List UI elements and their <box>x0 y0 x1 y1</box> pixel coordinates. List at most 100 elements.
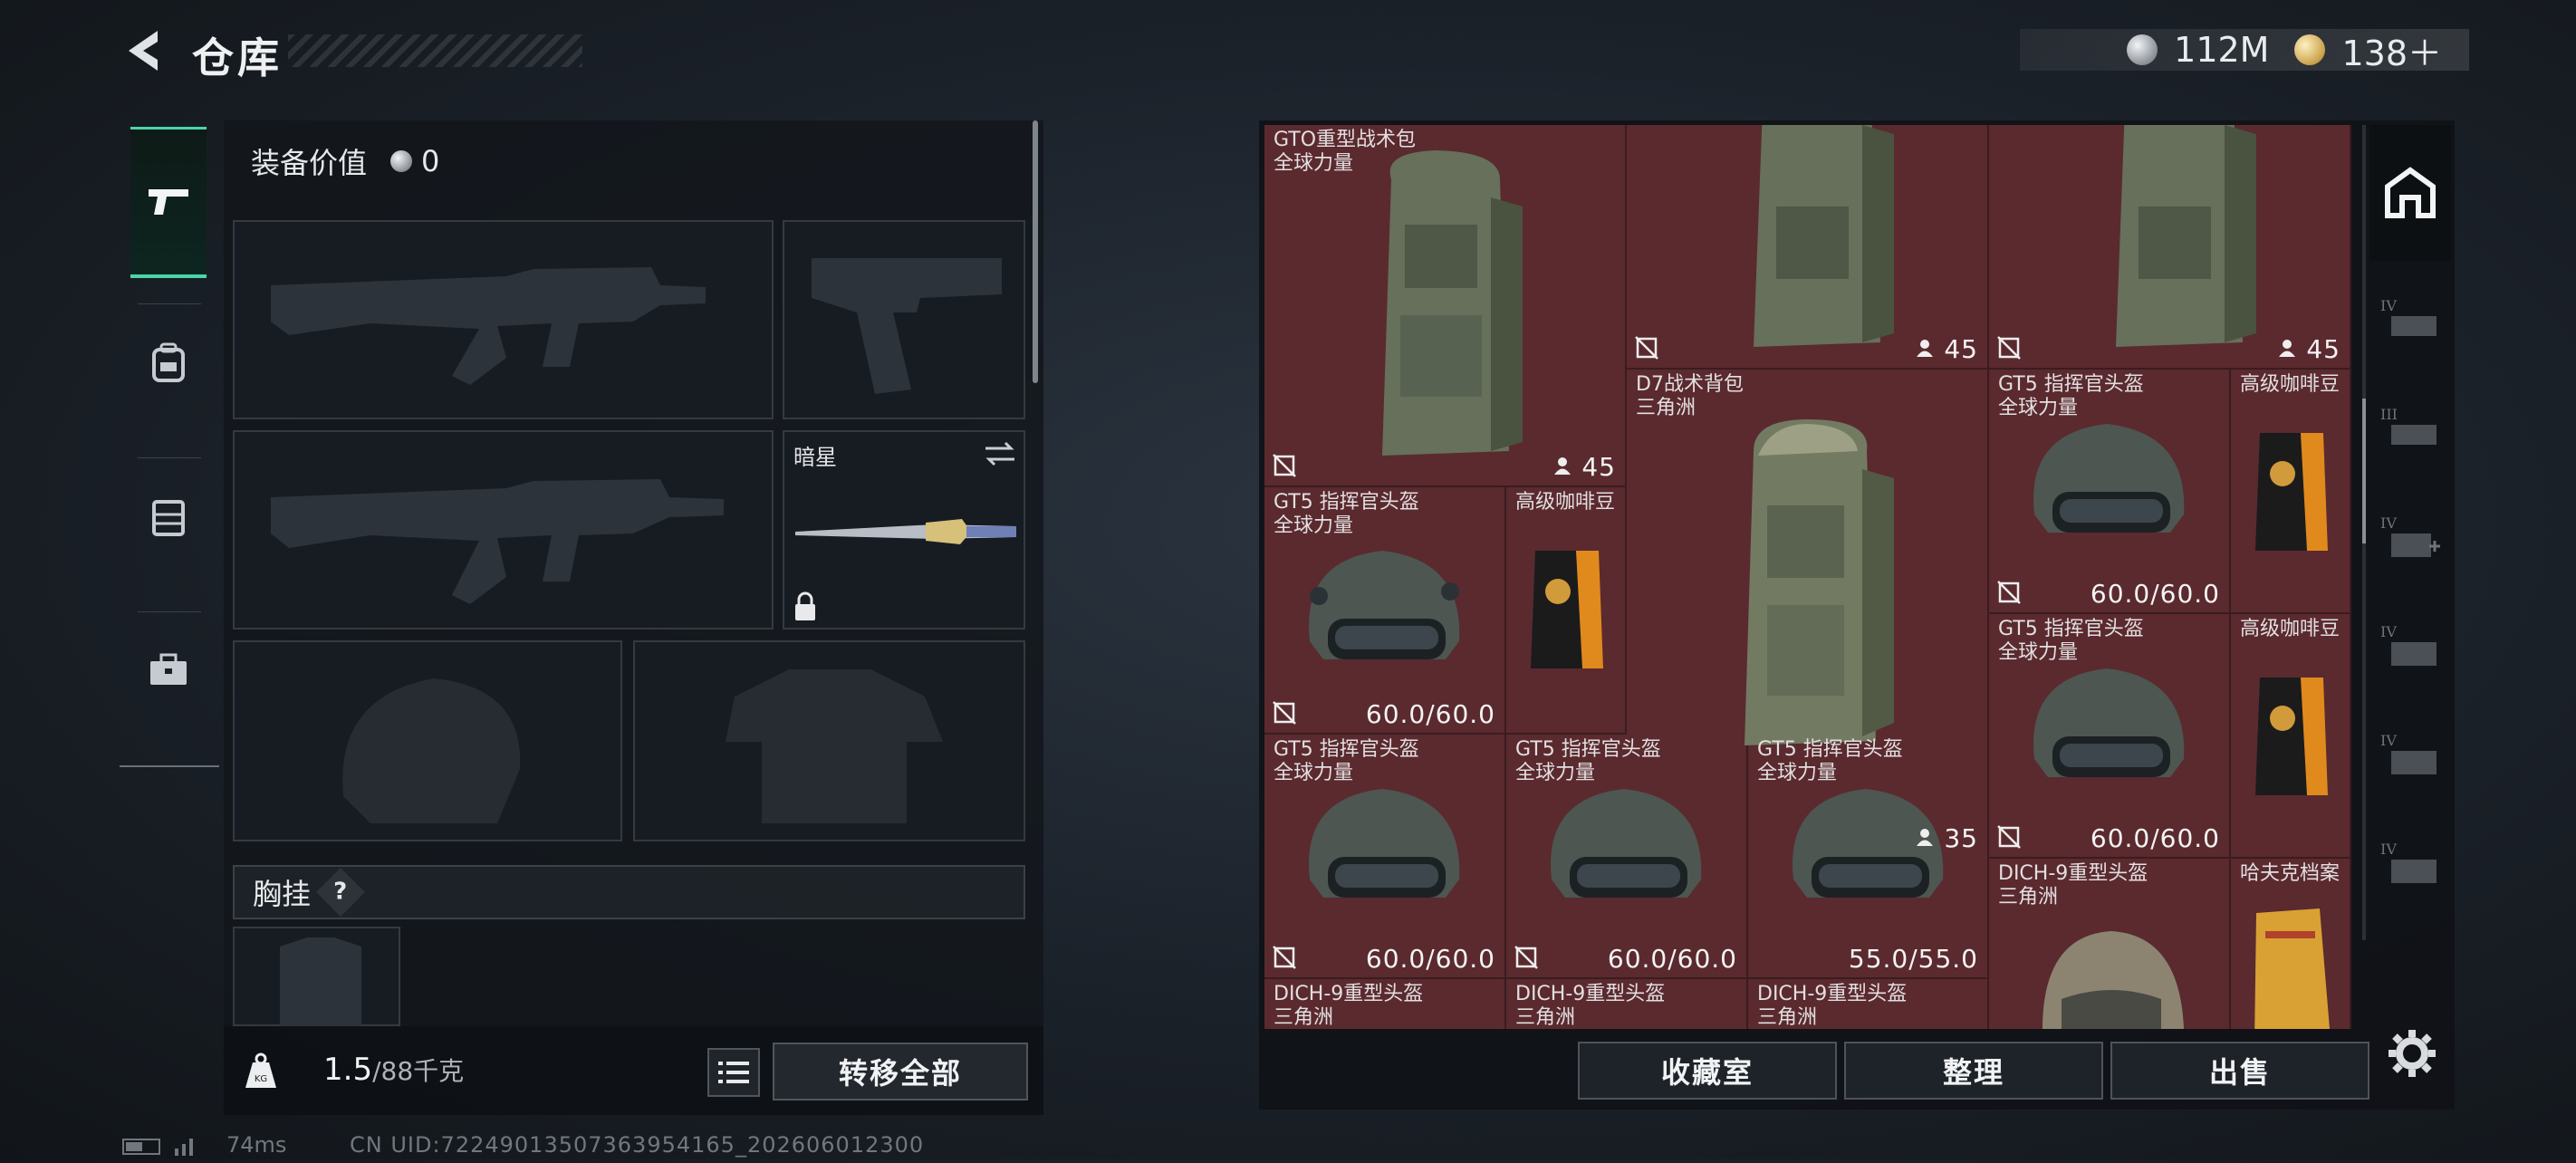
scrollbar[interactable] <box>1033 120 1038 383</box>
helmet-icon <box>1309 551 1460 659</box>
item-name: GT5 指挥官头盔 全球力量 <box>1515 738 1661 784</box>
gold-amount[interactable]: 138＋ <box>2341 25 2442 75</box>
tab-category-2[interactable]: III <box>2369 379 2451 478</box>
stash-item[interactable]: 高级咖啡豆 <box>1506 487 1627 735</box>
lock-icon <box>795 591 815 620</box>
stash-item[interactable]: GT5 指挥官头盔 全球力量 60.0/60.0 <box>1506 735 1748 979</box>
item-name: GT5 指挥官头盔 全球力量 <box>1998 373 2144 419</box>
stash-item[interactable]: 高级咖啡豆 <box>2231 370 2351 614</box>
equipment-panel: 装备价值 0 暗星 胸挂 ? KG 1.5/88千克 转移全部 <box>224 120 1043 1115</box>
user-uid: CN UID:7224901350736395416​5_20260601230… <box>350 1132 925 1158</box>
stash-item[interactable]: 45 <box>1627 125 1989 370</box>
no-bind-icon <box>1273 946 1296 969</box>
stash-item[interactable]: DICH-9重型头盔 三角洲 <box>1264 979 1506 1029</box>
item-name: DICH-9重型头盔 三角洲 <box>1757 983 1908 1029</box>
help-button[interactable]: ? <box>316 868 365 917</box>
tab-category-5[interactable]: IV <box>2369 705 2451 804</box>
armor-slot[interactable] <box>633 640 1025 841</box>
equipment-value-label: 装备价值 <box>251 146 368 180</box>
tab-toolbox[interactable] <box>130 598 207 743</box>
collection-room-button[interactable]: 收藏室 <box>1578 1042 1837 1100</box>
capacity-bar: KG 1.5/88千克 转移全部 <box>224 1026 1043 1115</box>
tab-backpack[interactable] <box>130 290 207 435</box>
knife-icon <box>795 519 1016 544</box>
equipment-value: 0 <box>421 144 440 178</box>
no-bind-icon <box>1273 454 1296 477</box>
chest-rig-icon <box>280 937 361 1028</box>
stash-item[interactable]: GTO重型战术包 全球力量 45 <box>1264 125 1627 487</box>
category-icon: III <box>2380 406 2437 445</box>
settings-gear-icon[interactable] <box>2384 1025 2440 1081</box>
list-view-button[interactable] <box>707 1048 760 1097</box>
scrollbar[interactable] <box>2362 399 2366 543</box>
equipment-tabs <box>120 122 219 767</box>
svg-text:IV: IV <box>2380 623 2397 640</box>
weight-max: /88千克 <box>372 1056 465 1086</box>
owner-icon <box>1917 829 1934 846</box>
coffee-bag-icon <box>2255 678 2328 795</box>
pistol-slot[interactable] <box>783 220 1025 419</box>
equipment-value-header: 装备价值 0 <box>224 120 1030 202</box>
owner-icon <box>1554 457 1572 475</box>
primary-weapon-slot[interactable] <box>233 220 774 419</box>
organize-button[interactable]: 整理 <box>1844 1042 2103 1100</box>
title-decoration <box>288 34 582 67</box>
tab-vest[interactable] <box>130 444 207 589</box>
weight-icon: KG <box>245 1052 276 1088</box>
tab-stash[interactable] <box>2369 125 2451 261</box>
svg-text:III: III <box>2380 406 2398 423</box>
backpack-icon <box>1745 419 1894 745</box>
chest-rig-slot[interactable] <box>233 927 400 1028</box>
toolbox-icon <box>150 653 187 685</box>
svg-text:IV: IV <box>2380 297 2397 314</box>
stash-item[interactable]: GT5 指挥官头盔 全球力量 55.0/55.0 <box>1748 735 1989 979</box>
stash-item[interactable]: DICH-9重型头盔 三角洲 <box>1506 979 1748 1029</box>
chest-rig-label: 胸挂 <box>253 877 312 911</box>
stash-item[interactable]: 哈夫克档案 <box>2231 859 2351 1029</box>
item-name: GT5 指挥官头盔 全球力量 <box>1757 738 1903 784</box>
helmet-icon <box>342 678 521 823</box>
stash-item[interactable]: DICH-9重型头盔 三角洲 <box>1989 859 2231 1029</box>
stash-item[interactable]: GT5 指挥官头盔 全球力量 60.0/60.0 <box>1989 614 2231 859</box>
melee-name: 暗星 <box>793 445 837 470</box>
back-arrow-icon[interactable] <box>118 24 172 78</box>
tab-category-1[interactable]: IV <box>2369 270 2451 370</box>
item-name: 高级咖啡豆 <box>1515 491 1616 514</box>
coffee-bag-icon <box>1531 551 1603 668</box>
backpack-icon <box>2116 125 2256 347</box>
pistol-icon <box>812 258 1002 394</box>
melee-slot[interactable]: 暗星 <box>783 430 1025 630</box>
armor-icon <box>726 669 943 823</box>
silver-coin-icon <box>390 150 413 172</box>
tab-category-4[interactable]: IV <box>2369 596 2451 696</box>
tab-weapons[interactable] <box>130 127 207 278</box>
swap-icon[interactable] <box>982 437 1018 470</box>
battery-signal-icon <box>122 1139 193 1156</box>
stash-item[interactable]: 45 <box>1989 125 2351 370</box>
transfer-all-button[interactable]: 转移全部 <box>773 1043 1028 1101</box>
chest-rig-header: 胸挂 ? <box>233 865 1025 919</box>
stash-item[interactable]: GT5 指挥官头盔 全球力量 60.0/60.0 <box>1989 370 2231 614</box>
silver-amount: 112M <box>2174 30 2270 70</box>
stash-item[interactable]: GT5 指挥官头盔 全球力量 60.0/60.0 <box>1264 487 1506 735</box>
item-name: DICH-9重型头盔 三角洲 <box>1274 983 1424 1029</box>
backpack-icon <box>1382 150 1523 456</box>
tab-category-6[interactable]: IV <box>2369 813 2451 913</box>
currency-bar: 112M 138＋ <box>2020 29 2469 73</box>
tab-category-3[interactable]: IV <box>2369 487 2451 587</box>
stash-item[interactable]: GT5 指挥官头盔 全球力量 60.0/60.0 <box>1264 735 1506 979</box>
weight-readout: 1.5/88千克 <box>323 1052 464 1088</box>
item-name: GTO重型战术包 全球力量 <box>1274 129 1417 175</box>
rifle-icon <box>271 479 724 604</box>
helmet-icon <box>1309 789 1460 898</box>
no-bind-icon <box>1997 825 2021 849</box>
stash-item[interactable]: 高级咖啡豆 <box>2231 614 2351 859</box>
sell-button[interactable]: 出售 <box>2110 1042 2369 1100</box>
helmet-icon <box>2033 668 2185 777</box>
item-name: D7战术背包 三角洲 <box>1636 373 1744 419</box>
stash-item[interactable]: DICH-9重型头盔 三角洲 <box>1748 979 1989 1029</box>
helmet-slot[interactable] <box>233 640 622 841</box>
secondary-weapon-slot[interactable] <box>233 430 774 630</box>
svg-text:IV: IV <box>2380 732 2397 749</box>
no-bind-icon <box>1273 701 1296 725</box>
